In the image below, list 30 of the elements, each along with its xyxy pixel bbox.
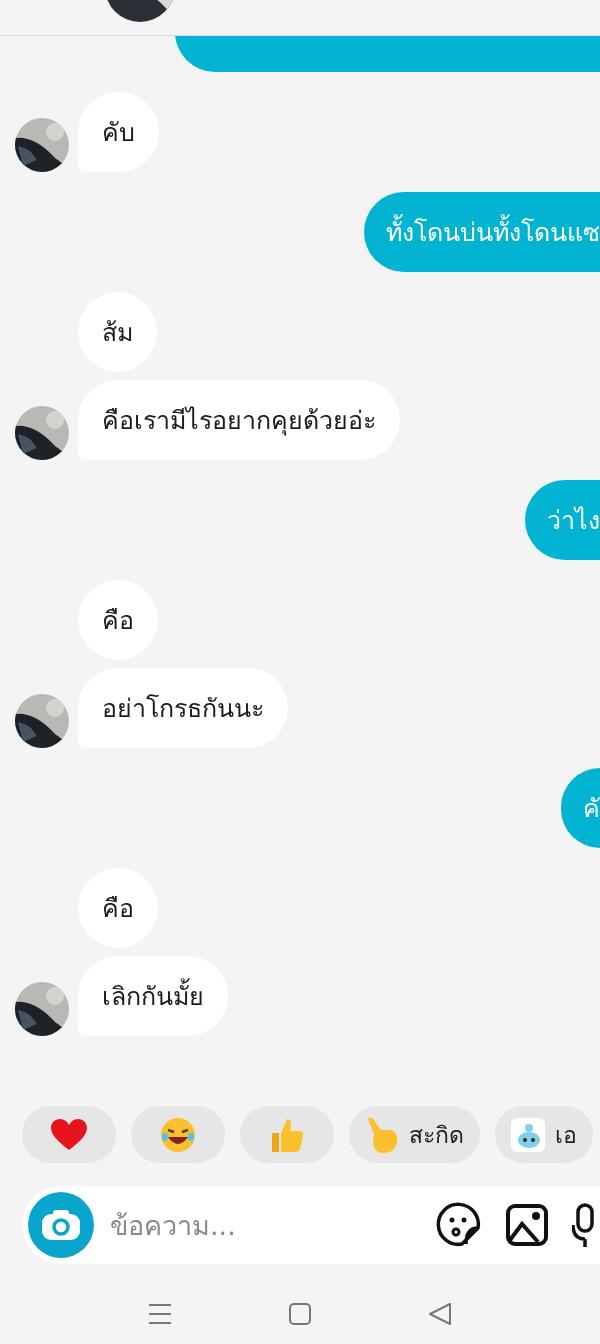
camera-button[interactable] [28, 1192, 94, 1258]
quick-reaction-chip[interactable] [22, 1106, 116, 1163]
received-message: คือเรามีไรอยากคุยด้วยอ่ะ [78, 380, 400, 460]
sent-message: ทั้งโดนบ่นทั้งโดนแซ [364, 192, 600, 272]
received-message: คับ [78, 92, 159, 172]
laughing-face-icon [160, 1116, 196, 1153]
sent-message: คั [561, 768, 600, 848]
received-message: คือ [78, 580, 158, 660]
sent-message: ว่าไง [525, 480, 600, 560]
received-message: เลิกกันมั้ย [78, 956, 228, 1036]
back-icon[interactable] [428, 1302, 452, 1326]
microphone-icon[interactable] [572, 1203, 596, 1247]
reaction-label: สะกิด [409, 1120, 464, 1150]
received-message: ส้ม [78, 292, 157, 372]
thumbs-up-icon [270, 1116, 304, 1153]
reaction-label: เอ [555, 1120, 577, 1150]
menu-icon[interactable] [148, 1303, 172, 1325]
quick-reaction-chip[interactable]: เอ [495, 1106, 593, 1163]
pointing-hand-icon [365, 1115, 399, 1154]
bird-sticker-icon [511, 1117, 545, 1152]
message-input[interactable]: ข้อความ... [108, 1208, 422, 1242]
image-icon[interactable] [506, 1204, 548, 1246]
heart-icon [51, 1118, 87, 1151]
home-icon[interactable] [288, 1302, 312, 1326]
camera-icon [41, 1209, 81, 1241]
quick-reaction-chip[interactable]: สะกิด [349, 1106, 480, 1163]
sticker-icon[interactable] [436, 1202, 482, 1248]
received-message: คือ [78, 868, 158, 948]
received-message: อย่าโกรธกันนะ [78, 668, 288, 748]
quick-reaction-chip[interactable] [131, 1106, 225, 1163]
